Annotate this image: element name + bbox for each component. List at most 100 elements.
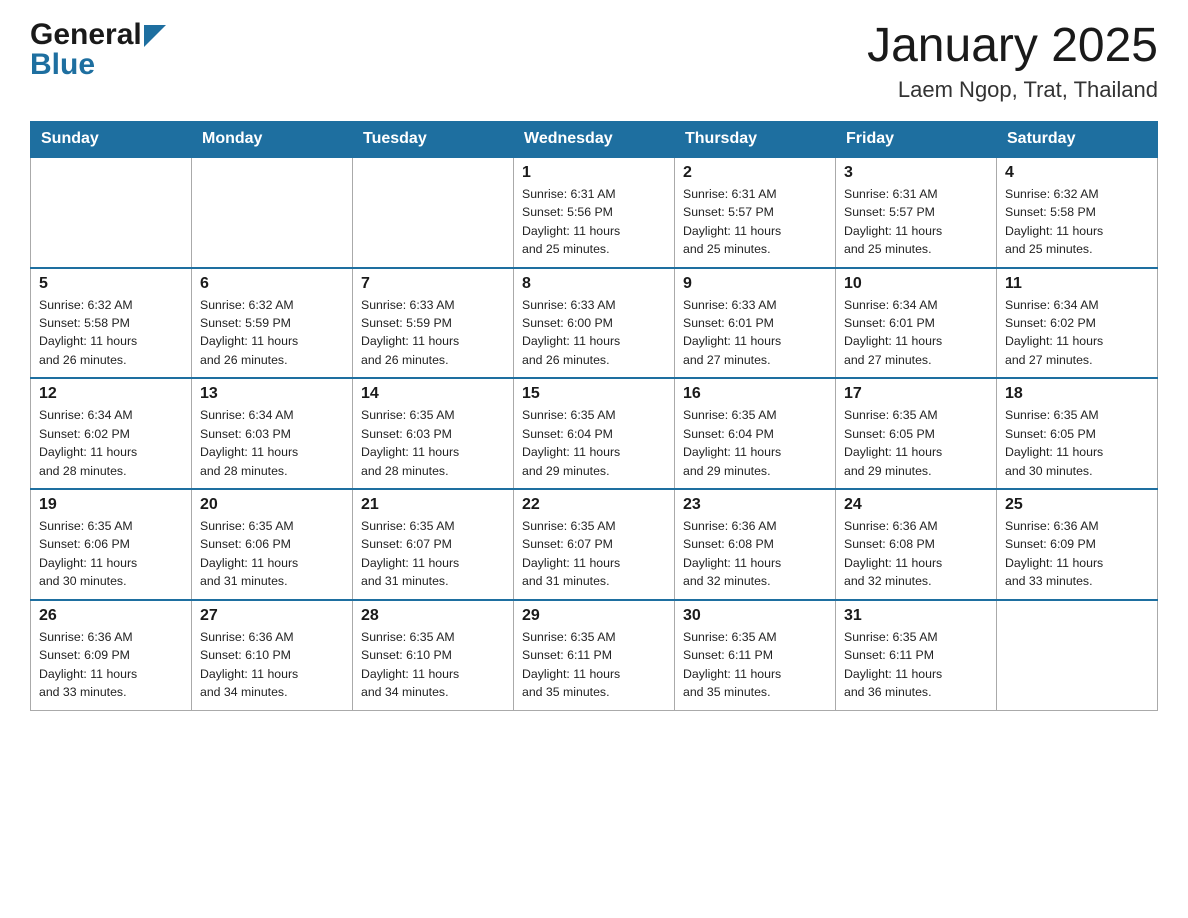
logo-general-text: General [30, 20, 142, 50]
day-cell-1-1: 6 Sunrise: 6:32 AMSunset: 5:59 PMDaylight… [192, 268, 353, 379]
day-info: Sunrise: 6:35 AMSunset: 6:06 PMDaylight:… [200, 517, 344, 591]
col-sunday: Sunday [31, 121, 192, 157]
day-info: Sunrise: 6:33 AMSunset: 6:00 PMDaylight:… [522, 296, 666, 370]
day-cell-3-3: 22 Sunrise: 6:35 AMSunset: 6:07 PMDayligh… [514, 489, 675, 600]
day-number: 18 [1005, 385, 1149, 403]
day-cell-4-2: 28 Sunrise: 6:35 AMSunset: 6:10 PMDayligh… [353, 600, 514, 710]
day-number: 12 [39, 385, 183, 403]
week-row-4: 19Sunrise: 6:35 AMSunset: 6:06 PMDayligh… [31, 489, 1158, 600]
day-number: 24 [844, 496, 988, 514]
day-number: 27 [200, 607, 344, 625]
day-cell-0-5: 3 Sunrise: 6:31 AMSunset: 5:57 PMDaylight… [836, 157, 997, 268]
day-number: 2 [683, 164, 827, 182]
day-number: 16 [683, 385, 827, 403]
day-number: 13 [200, 385, 344, 403]
day-cell-3-6: 25 Sunrise: 6:36 AMSunset: 6:09 PMDayligh… [997, 489, 1158, 600]
day-cell-2-2: 14 Sunrise: 6:35 AMSunset: 6:03 PMDayligh… [353, 378, 514, 489]
day-info: Sunrise: 6:36 AMSunset: 6:09 PMDaylight:… [1005, 517, 1149, 591]
day-cell-1-3: 8 Sunrise: 6:33 AMSunset: 6:00 PMDaylight… [514, 268, 675, 379]
day-number: 26 [39, 607, 183, 625]
day-info: Sunrise: 6:35 AMSunset: 6:04 PMDaylight:… [522, 406, 666, 480]
day-number: 14 [361, 385, 505, 403]
day-number: 28 [361, 607, 505, 625]
logo: General Blue [30, 20, 166, 82]
col-thursday: Thursday [675, 121, 836, 157]
col-monday: Monday [192, 121, 353, 157]
day-info: Sunrise: 6:34 AMSunset: 6:03 PMDaylight:… [200, 406, 344, 480]
day-info: Sunrise: 6:32 AMSunset: 5:58 PMDaylight:… [1005, 185, 1149, 259]
day-cell-0-2 [353, 157, 514, 268]
week-row-3: 12 Sunrise: 6:34 AMSunset: 6:02 PMDayligh… [31, 378, 1158, 489]
day-number: 22 [522, 496, 666, 514]
day-cell-1-4: 9 Sunrise: 6:33 AMSunset: 6:01 PMDaylight… [675, 268, 836, 379]
day-cell-3-1: 20 Sunrise: 6:35 AMSunset: 6:06 PMDayligh… [192, 489, 353, 600]
day-info: Sunrise: 6:31 AMSunset: 5:57 PMDaylight:… [683, 185, 827, 259]
day-info: Sunrise: 6:35 AMSunset: 6:03 PMDaylight:… [361, 406, 505, 480]
day-info: Sunrise: 6:34 AMSunset: 6:01 PMDaylight:… [844, 296, 988, 370]
week-row-1: 1 Sunrise: 6:31 AMSunset: 5:56 PMDaylight… [31, 157, 1158, 268]
day-cell-2-1: 13 Sunrise: 6:34 AMSunset: 6:03 PMDayligh… [192, 378, 353, 489]
day-cell-4-6 [997, 600, 1158, 710]
day-number: 21 [361, 496, 505, 514]
day-number: 9 [683, 275, 827, 293]
day-info: Sunrise: 6:36 AMSunset: 6:08 PMDaylight:… [683, 517, 827, 591]
day-info: Sunrise: 6:35 AMSunset: 6:06 PMDaylight:… [39, 517, 183, 591]
day-cell-2-4: 16Sunrise: 6:35 AMSunset: 6:04 PMDayligh… [675, 378, 836, 489]
day-info: Sunrise: 6:34 AMSunset: 6:02 PMDaylight:… [39, 406, 183, 480]
day-number: 20 [200, 496, 344, 514]
calendar-table: Sunday Monday Tuesday Wednesday Thursday… [30, 121, 1158, 711]
day-info: Sunrise: 6:35 AMSunset: 6:07 PMDaylight:… [522, 517, 666, 591]
day-info: Sunrise: 6:35 AMSunset: 6:11 PMDaylight:… [683, 628, 827, 702]
day-number: 30 [683, 607, 827, 625]
day-cell-0-0 [31, 157, 192, 268]
day-cell-0-4: 2 Sunrise: 6:31 AMSunset: 5:57 PMDaylight… [675, 157, 836, 268]
col-tuesday: Tuesday [353, 121, 514, 157]
day-cell-4-4: 30 Sunrise: 6:35 AMSunset: 6:11 PMDayligh… [675, 600, 836, 710]
day-number: 3 [844, 164, 988, 182]
day-number: 1 [522, 164, 666, 182]
day-number: 5 [39, 275, 183, 293]
day-info: Sunrise: 6:33 AMSunset: 5:59 PMDaylight:… [361, 296, 505, 370]
col-saturday: Saturday [997, 121, 1158, 157]
day-cell-1-5: 10Sunrise: 6:34 AMSunset: 6:01 PMDayligh… [836, 268, 997, 379]
week-row-5: 26 Sunrise: 6:36 AMSunset: 6:09 PMDayligh… [31, 600, 1158, 710]
day-number: 15 [522, 385, 666, 403]
location-title: Laem Ngop, Trat, Thailand [867, 77, 1158, 103]
day-number: 23 [683, 496, 827, 514]
day-cell-2-3: 15 Sunrise: 6:35 AMSunset: 6:04 PMDayligh… [514, 378, 675, 489]
day-info: Sunrise: 6:35 AMSunset: 6:10 PMDaylight:… [361, 628, 505, 702]
col-friday: Friday [836, 121, 997, 157]
day-info: Sunrise: 6:31 AMSunset: 5:57 PMDaylight:… [844, 185, 988, 259]
day-cell-0-1 [192, 157, 353, 268]
calendar-header-row: Sunday Monday Tuesday Wednesday Thursday… [31, 121, 1158, 157]
day-cell-2-5: 17 Sunrise: 6:35 AMSunset: 6:05 PMDayligh… [836, 378, 997, 489]
day-cell-0-6: 4 Sunrise: 6:32 AMSunset: 5:58 PMDaylight… [997, 157, 1158, 268]
day-number: 17 [844, 385, 988, 403]
day-info: Sunrise: 6:35 AMSunset: 6:07 PMDaylight:… [361, 517, 505, 591]
day-info: Sunrise: 6:35 AMSunset: 6:05 PMDaylight:… [844, 406, 988, 480]
day-cell-0-3: 1 Sunrise: 6:31 AMSunset: 5:56 PMDaylight… [514, 157, 675, 268]
day-info: Sunrise: 6:32 AMSunset: 5:59 PMDaylight:… [200, 296, 344, 370]
page-header: General Blue January 2025 Laem Ngop, Tra… [30, 20, 1158, 103]
day-number: 4 [1005, 164, 1149, 182]
day-cell-3-0: 19Sunrise: 6:35 AMSunset: 6:06 PMDayligh… [31, 489, 192, 600]
day-info: Sunrise: 6:34 AMSunset: 6:02 PMDaylight:… [1005, 296, 1149, 370]
day-number: 6 [200, 275, 344, 293]
day-cell-2-0: 12 Sunrise: 6:34 AMSunset: 6:02 PMDayligh… [31, 378, 192, 489]
day-cell-3-2: 21 Sunrise: 6:35 AMSunset: 6:07 PMDayligh… [353, 489, 514, 600]
day-cell-4-1: 27 Sunrise: 6:36 AMSunset: 6:10 PMDayligh… [192, 600, 353, 710]
day-cell-3-4: 23 Sunrise: 6:36 AMSunset: 6:08 PMDayligh… [675, 489, 836, 600]
title-block: January 2025 Laem Ngop, Trat, Thailand [867, 20, 1158, 103]
day-number: 8 [522, 275, 666, 293]
day-info: Sunrise: 6:32 AMSunset: 5:58 PMDaylight:… [39, 296, 183, 370]
day-info: Sunrise: 6:35 AMSunset: 6:11 PMDaylight:… [844, 628, 988, 702]
day-info: Sunrise: 6:35 AMSunset: 6:11 PMDaylight:… [522, 628, 666, 702]
day-info: Sunrise: 6:31 AMSunset: 5:56 PMDaylight:… [522, 185, 666, 259]
day-number: 25 [1005, 496, 1149, 514]
day-cell-1-0: 5 Sunrise: 6:32 AMSunset: 5:58 PMDaylight… [31, 268, 192, 379]
day-cell-4-3: 29Sunrise: 6:35 AMSunset: 6:11 PMDayligh… [514, 600, 675, 710]
day-info: Sunrise: 6:33 AMSunset: 6:01 PMDaylight:… [683, 296, 827, 370]
day-info: Sunrise: 6:36 AMSunset: 6:10 PMDaylight:… [200, 628, 344, 702]
day-number: 11 [1005, 275, 1149, 293]
day-info: Sunrise: 6:36 AMSunset: 6:09 PMDaylight:… [39, 628, 183, 702]
